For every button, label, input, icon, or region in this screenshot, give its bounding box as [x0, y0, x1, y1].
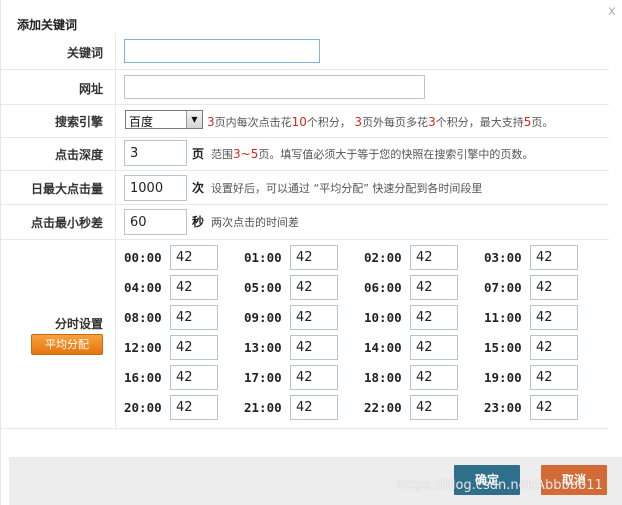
slot-time-label: 11:00 [484, 310, 522, 325]
min-seconds-hint: 两次点击的时间差 [211, 216, 299, 229]
search-engine-row: 搜索引擎 3页内每次点击花10个积分， 3页外每页多花3个积分，最大支持5页。 [1, 105, 609, 138]
depth-hint-range: 3~5 [233, 147, 259, 161]
slot-time-label: 15:00 [484, 340, 522, 355]
slot-time-label: 20:00 [124, 400, 162, 415]
slot-time-label: 14:00 [364, 340, 402, 355]
url-row: 网址 [1, 70, 609, 105]
daily-max-unit: 次 [192, 181, 205, 195]
slot-value-input[interactable] [170, 275, 218, 300]
search-engine-hint: 3页内每次点击花10个积分， 3页外每页多花3个积分，最大支持5页。 [207, 114, 553, 130]
search-engine-label: 搜索引擎 [54, 115, 103, 129]
hint-num-2: 10 [291, 115, 307, 129]
hint-text-1: 页内每次点击花 [214, 116, 292, 129]
slot-value-input[interactable] [290, 305, 338, 330]
slot-value-input[interactable] [530, 245, 578, 270]
slot-time-label: 19:00 [484, 370, 522, 385]
slot-time-label: 08:00 [124, 310, 162, 325]
slot-value-input[interactable] [530, 305, 578, 330]
slot-value-input[interactable] [530, 395, 578, 420]
slot-time-label: 10:00 [364, 310, 402, 325]
schedule-label: 分时设置 [54, 317, 103, 331]
slot-time-label: 17:00 [244, 370, 282, 385]
depth-hint-text-1: 范围 [211, 148, 233, 161]
slot-time-label: 04:00 [124, 280, 162, 295]
slot-value-input[interactable] [290, 395, 338, 420]
hint-text-4: 个积分，最大支持 [435, 116, 524, 129]
daily-max-row: 日最大点击量 次 设置好后，可以通过 “平均分配” 快速分配到各时间段里 [1, 171, 609, 205]
hint-num-3: 3 [354, 115, 363, 129]
slot-value-input[interactable] [410, 395, 458, 420]
slot-time-label: 06:00 [364, 280, 402, 295]
min-seconds-unit: 秒 [192, 215, 205, 229]
slot-value-input[interactable] [170, 395, 218, 420]
slot-value-input[interactable] [170, 335, 218, 360]
min-seconds-label: 点击最小秒差 [30, 216, 103, 230]
min-seconds-row: 点击最小秒差 秒 两次点击的时间差 [1, 205, 609, 240]
slot-time-label: 07:00 [484, 280, 522, 295]
url-label: 网址 [78, 82, 103, 96]
depth-hint-text-2: 页。填写值必须大于等于您的快照在搜索引擎中的页数。 [258, 148, 534, 161]
search-engine-select[interactable]: 百度 ▼ [125, 110, 203, 129]
click-depth-label: 点击深度 [54, 148, 103, 162]
add-keyword-dialog: 添加关键词 x 关键词 网址 搜索引擎 3页内每次点击花10个积分， 3页外每页… [0, 0, 622, 505]
average-distribute-button[interactable]: 平均分配 [31, 334, 103, 355]
slot-value-input[interactable] [530, 275, 578, 300]
slot-value-input[interactable] [410, 245, 458, 270]
dialog-title: 添加关键词 [17, 18, 78, 32]
slot-value-input[interactable] [530, 335, 578, 360]
slot-value-input[interactable] [290, 335, 338, 360]
search-engine-selected: 百度 [129, 115, 154, 129]
close-icon[interactable]: x [608, 4, 616, 19]
slot-time-label: 09:00 [244, 310, 282, 325]
hint-text-5: 页。 [531, 116, 554, 129]
slot-value-input[interactable] [170, 305, 218, 330]
url-input[interactable] [124, 75, 425, 99]
keyword-row: 关键词 [1, 33, 609, 70]
daily-max-input[interactable] [124, 175, 187, 201]
slot-time-label: 01:00 [244, 250, 282, 265]
slot-time-label: 00:00 [124, 250, 162, 265]
slot-value-input[interactable] [410, 335, 458, 360]
slot-value-input[interactable] [290, 365, 338, 390]
slot-value-input[interactable] [410, 365, 458, 390]
hint-text-2: 个积分， [306, 116, 355, 129]
daily-max-label: 日最大点击量 [30, 182, 103, 196]
keyword-label: 关键词 [66, 46, 103, 60]
slot-value-input[interactable] [290, 275, 338, 300]
hint-num-1: 3 [207, 115, 215, 129]
click-depth-input[interactable] [124, 140, 187, 166]
slot-value-input[interactable] [290, 245, 338, 270]
slot-value-input[interactable] [530, 365, 578, 390]
slot-value-input[interactable] [410, 305, 458, 330]
slot-time-label: 16:00 [124, 370, 162, 385]
hint-num-4: 3 [428, 115, 436, 129]
slot-time-label: 18:00 [364, 370, 402, 385]
keyword-input[interactable] [124, 39, 320, 63]
hint-text-3: 页外每页多花 [362, 116, 429, 129]
slot-time-label: 22:00 [364, 400, 402, 415]
slot-time-label: 05:00 [244, 280, 282, 295]
slot-time-label: 03:00 [484, 250, 522, 265]
click-depth-unit: 页 [192, 147, 205, 161]
slot-value-input[interactable] [410, 275, 458, 300]
daily-max-hint: 设置好后，可以通过 “平均分配” 快速分配到各时间段里 [211, 182, 483, 195]
min-seconds-input[interactable] [124, 209, 187, 235]
click-depth-row: 点击深度 页 范围3~5页。填写值必须大于等于您的快照在搜索引擎中的页数。 [1, 138, 609, 171]
slot-time-label: 12:00 [124, 340, 162, 355]
slot-time-label: 21:00 [244, 400, 282, 415]
chevron-down-icon[interactable]: ▼ [186, 111, 202, 128]
slot-value-input[interactable] [170, 365, 218, 390]
click-depth-hint: 范围3~5页。填写值必须大于等于您的快照在搜索引擎中的页数。 [211, 146, 533, 162]
watermark: https://blog.csdn.net/Abbbbb11 [397, 478, 603, 493]
slot-time-label: 13:00 [244, 340, 282, 355]
slot-time-label: 02:00 [364, 250, 402, 265]
slot-value-input[interactable] [170, 245, 218, 270]
slot-time-label: 23:00 [484, 400, 522, 415]
